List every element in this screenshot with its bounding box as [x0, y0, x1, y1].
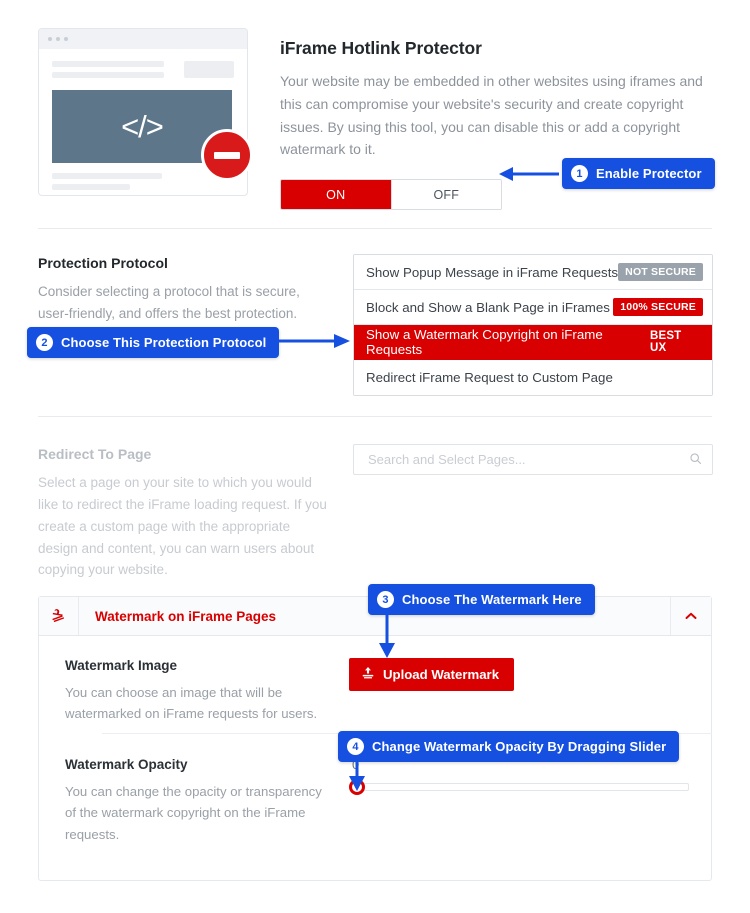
callout-number: 2 — [36, 334, 53, 351]
page-description: Your website may be embedded in other we… — [280, 73, 703, 158]
search-icon[interactable] — [689, 452, 702, 467]
mock-line — [52, 72, 164, 78]
mock-line — [52, 184, 130, 190]
protocol-option-blank-page[interactable]: Block and Show a Blank Page in iFrames 1… — [354, 290, 712, 325]
redirect-description: Select a page on your site to which you … — [38, 475, 327, 578]
mock-line — [52, 61, 164, 67]
code-brackets-icon: </> — [121, 108, 164, 144]
protocol-option-label: Show Popup Message in iFrame Requests — [366, 264, 619, 280]
mock-block — [184, 61, 234, 78]
toggle-on-button[interactable]: ON — [281, 180, 391, 210]
protocol-option-watermark[interactable]: Show a Watermark Copyright on iFrame Req… — [354, 325, 712, 360]
watermark-image-row: Watermark Image You can choose an image … — [39, 636, 711, 725]
mock-dot — [56, 37, 60, 41]
mock-text-lines — [52, 61, 164, 83]
protocol-option-list[interactable]: Show Popup Message in iFrame Requests NO… — [353, 254, 713, 396]
status-badge: NOT SECURE — [618, 263, 703, 281]
protocol-option-label: Show a Watermark Copyright on iFrame Req… — [366, 327, 603, 357]
redirect-label: Redirect To Page — [38, 446, 152, 462]
redirect-description-block: Redirect To Page Select a page on your s… — [38, 446, 338, 581]
mock-line — [52, 173, 162, 179]
callout-text: Enable Protector — [596, 166, 702, 181]
callout-3: 3 Choose The Watermark Here — [368, 584, 595, 615]
protocol-description-block: Protection Protocol Consider selecting a… — [38, 255, 338, 325]
callout-text: Change Watermark Opacity By Dragging Sli… — [372, 739, 667, 754]
mock-window-dots — [48, 37, 68, 41]
callout-4: 4 Change Watermark Opacity By Dragging S… — [338, 731, 680, 762]
search-input[interactable] — [366, 451, 689, 468]
mock-browser-titlebar — [39, 29, 247, 49]
upload-icon — [361, 666, 375, 683]
upload-watermark-button[interactable]: Upload Watermark — [349, 658, 515, 691]
status-badge: 100% SECURE — [613, 298, 703, 316]
callout-2-arrow — [274, 334, 350, 348]
opacity-slider[interactable] — [349, 778, 689, 795]
protocol-option-popup[interactable]: Show Popup Message in iFrame Requests NO… — [354, 255, 712, 290]
watermark-opacity-text: Watermark Opacity You can change the opa… — [39, 757, 324, 845]
slider-track[interactable] — [357, 782, 689, 791]
mock-dot — [64, 37, 68, 41]
protocol-option-redirect[interactable]: Redirect iFrame Request to Custom Page — [354, 360, 712, 395]
upload-watermark-label: Upload Watermark — [383, 667, 500, 682]
status-badge: BEST UX — [649, 330, 682, 354]
protector-toggle[interactable]: ON OFF — [280, 179, 502, 211]
callout-text: Choose The Watermark Here — [402, 592, 582, 607]
page-title: iFrame Hotlink Protector — [280, 38, 482, 58]
watermark-opacity-control: 0 — [324, 757, 711, 845]
chevron-up-icon[interactable] — [670, 597, 711, 635]
watermark-image-text: Watermark Image You can choose an image … — [39, 658, 324, 725]
watermark-opacity-label: Watermark Opacity — [65, 756, 188, 772]
callout-1: 1 Enable Protector — [562, 158, 715, 189]
watermark-image-label: Watermark Image — [65, 658, 178, 673]
settings-page: </> iFrame Hotlink Protector Your websit… — [0, 0, 750, 913]
no-entry-icon — [201, 129, 253, 181]
callout-number: 4 — [347, 738, 364, 755]
browser-mockup-illustration: </> — [38, 28, 253, 196]
callout-3-arrow — [379, 612, 395, 658]
callout-4-arrow — [349, 759, 365, 791]
mock-top-placeholder — [52, 61, 234, 83]
callout-number: 3 — [377, 591, 394, 608]
watermark-upload-area: Upload Watermark — [324, 658, 711, 725]
page-search-box[interactable] — [353, 444, 713, 475]
callout-1-arrow — [499, 167, 559, 181]
protocol-description: Consider selecting a protocol that is se… — [38, 284, 300, 321]
protocol-option-label: Redirect iFrame Request to Custom Page — [366, 370, 613, 385]
callout-text: Choose This Protection Protocol — [61, 335, 267, 350]
stamp-icon — [39, 597, 79, 635]
callout-number: 1 — [571, 165, 588, 182]
watermark-image-description: You can choose an image that will be wat… — [65, 685, 318, 722]
mock-bottom-placeholder — [52, 173, 234, 190]
toggle-off-button[interactable]: OFF — [390, 180, 501, 210]
protocol-option-label: Block and Show a Blank Page in iFrames — [366, 299, 610, 315]
section-divider — [38, 228, 712, 229]
section-divider — [38, 416, 712, 417]
watermark-opacity-description: You can change the opacity or transparen… — [65, 783, 322, 842]
protocol-label: Protection Protocol — [38, 255, 168, 271]
mock-dot — [48, 37, 52, 41]
callout-2: 2 Choose This Protection Protocol — [27, 327, 280, 358]
